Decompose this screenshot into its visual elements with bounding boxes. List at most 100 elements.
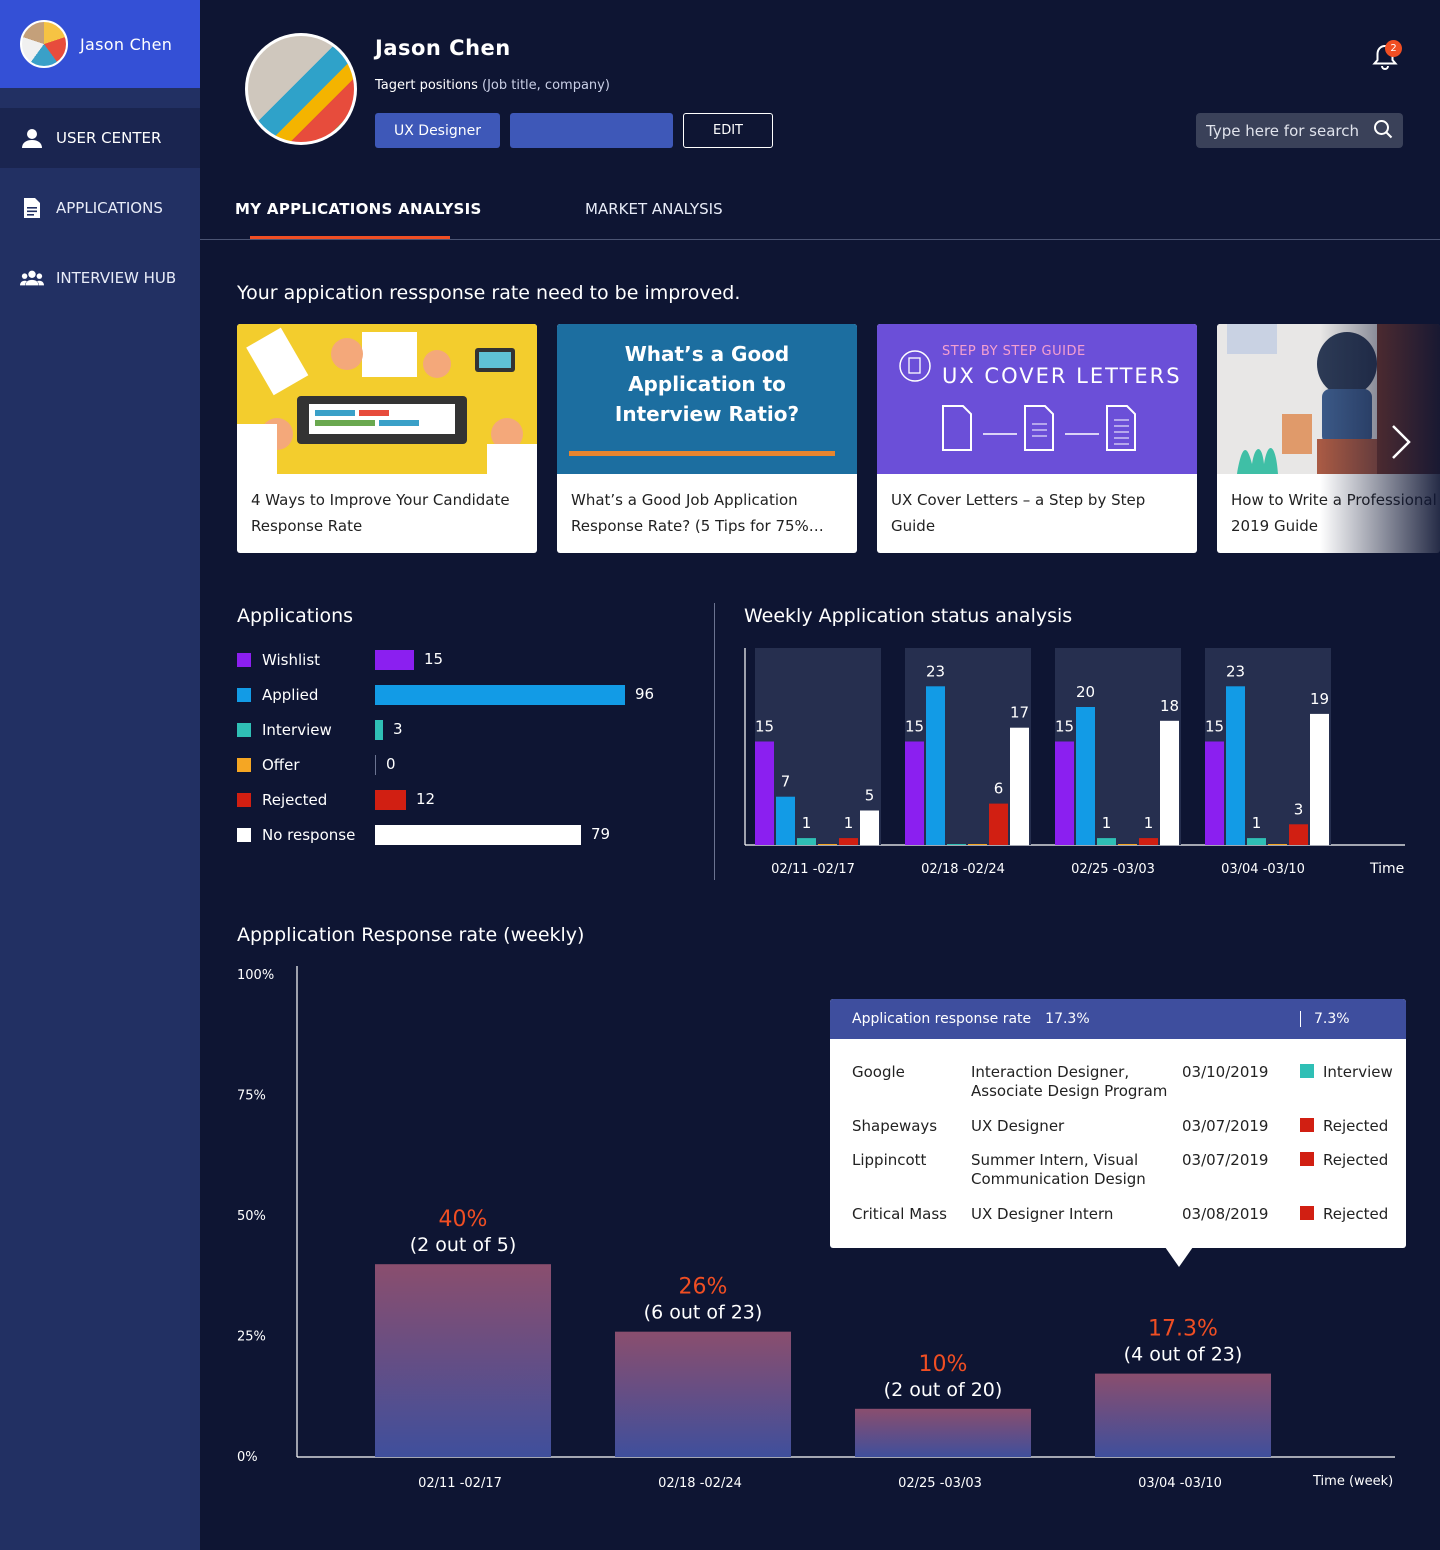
tooltip-role: UX Designer (971, 1117, 1065, 1135)
bar (375, 650, 414, 670)
sidebar-item-user-center[interactable]: USER CENTER (0, 108, 200, 168)
bar-value-label: 1 (802, 814, 812, 832)
bar-value-label: 15 (1205, 718, 1224, 736)
bar-value-label: 96 (635, 685, 655, 703)
legend-swatch (237, 653, 251, 667)
y-tick-label: 50% (237, 1209, 266, 1224)
sidebar-user[interactable]: Jason Chen (0, 0, 200, 88)
bar (839, 838, 858, 845)
target-positions: Tagert positions (Job title, company) (375, 78, 610, 93)
article-title: UX Cover Letters – a Step by Step Guide (891, 491, 1146, 535)
status-swatch (1300, 1118, 1314, 1132)
x-tick-label: 02/25 -03/03 (1071, 862, 1155, 877)
bar-value-label: 5 (865, 787, 875, 805)
bar (989, 803, 1008, 845)
bar (615, 1331, 791, 1457)
status-swatch (1300, 1064, 1314, 1078)
bar-value-label: 15 (1055, 718, 1074, 736)
legend-item: No response (237, 825, 355, 845)
bar (1097, 838, 1116, 845)
bar (776, 796, 795, 845)
x-tick-label: 02/11 -02/17 (771, 862, 855, 877)
bar-value-label: 3 (1294, 800, 1304, 818)
bar-value-label: 15 (905, 718, 924, 736)
bar (926, 686, 945, 845)
tooltip-arrow (1165, 1247, 1193, 1267)
legend-label: Applied (262, 686, 319, 704)
bar-sub-label: (4 out of 23) (1124, 1344, 1243, 1366)
bar (1289, 824, 1308, 845)
legend-swatch (237, 828, 251, 842)
bar (1055, 741, 1074, 845)
legend-item: Wishlist (237, 650, 320, 670)
bar-value-label: 1 (1144, 814, 1154, 832)
tooltip-value: 17.3% (1045, 1011, 1090, 1027)
sidebar-item-applications[interactable]: APPLICATIONS (0, 178, 200, 238)
bar-sub-label: (6 out of 23) (644, 1302, 763, 1324)
sidebar-item-label: APPLICATIONS (56, 199, 163, 217)
edit-button[interactable]: EDIT (683, 113, 773, 148)
search-box (1196, 113, 1403, 148)
bar (1205, 741, 1224, 845)
bar-value-label: 79 (591, 825, 611, 843)
bar-value-label: 18 (1160, 697, 1179, 715)
bar (860, 810, 879, 845)
bar (855, 1408, 1031, 1457)
tooltip-company: Shapeways (852, 1117, 938, 1135)
bar (1118, 844, 1137, 845)
bar-value-label: 3 (393, 720, 403, 738)
bar-value-label: 1 (1102, 814, 1112, 832)
y-tick-label: 0% (237, 1450, 258, 1465)
section-divider (714, 603, 715, 880)
tooltip-status: Rejected (1300, 1117, 1388, 1136)
tooltip-label: Application response rate (852, 1011, 1032, 1027)
article-title: What’s a Good Job Application Response Ra… (571, 491, 824, 535)
sidebar-item-interview-hub[interactable]: INTERVIEW HUB (0, 248, 200, 308)
x-tick-label: 03/04 -03/10 (1138, 1476, 1222, 1491)
article-thumbnail: STEP BY STEP GUIDE UX COVER LETTERS (877, 324, 1197, 474)
tooltip-company: Google (852, 1063, 905, 1081)
x-axis-label: Time (week) (1312, 1474, 1393, 1489)
legend-swatch (237, 723, 251, 737)
chevron-right-icon[interactable] (1385, 422, 1415, 466)
tab-my-applications-analysis[interactable]: MY APPLICATIONS ANALYSIS (235, 200, 482, 218)
bar-value-label: 12 (416, 790, 436, 808)
article-card[interactable]: STEP BY STEP GUIDE UX COVER LETTERS UX C… (877, 324, 1197, 553)
legend-label: Rejected (262, 791, 328, 809)
legend-item: Interview (237, 720, 332, 740)
bar-value-label: 10% (919, 1352, 968, 1377)
weekly-status-chart: 1571 1502/11 -02/17152361702/18 -02/24152… (744, 648, 1405, 877)
sidebar: Jason Chen USER CENTER APPLICATIONS INTE… (0, 0, 200, 1550)
article-card[interactable]: 4 Ways to Improve Your Candidate Response… (237, 324, 537, 553)
search-icon[interactable] (1373, 119, 1393, 143)
x-tick-label: 03/04 -03/10 (1221, 862, 1305, 877)
notification-badge: 2 (1385, 40, 1402, 57)
legend-item: Offer (237, 755, 300, 775)
bar-value-label: 23 (926, 662, 945, 680)
document-icon (20, 197, 44, 219)
bar-sub-label: (2 out of 20) (884, 1379, 1003, 1401)
bar (375, 720, 383, 740)
search-input[interactable] (1206, 121, 1366, 140)
article-title: 4 Ways to Improve Your Candidate Response… (251, 491, 510, 535)
tooltip-header: Application response rate 17.3% 7.3% (830, 999, 1406, 1039)
target-company-pill[interactable] (510, 113, 673, 148)
bar (375, 1264, 551, 1457)
tooltip-role: UX Designer Intern (971, 1205, 1114, 1223)
bar (1095, 1373, 1271, 1457)
legend-swatch (237, 793, 251, 807)
target-position-pill[interactable]: UX Designer (375, 113, 500, 148)
bar (1310, 713, 1329, 845)
sidebar-nav: USER CENTER APPLICATIONS INTERVIEW HUB (0, 108, 200, 308)
profile-avatar (245, 33, 357, 145)
article-card[interactable]: What’s a Good Application to Interview Rat… (557, 324, 857, 553)
sidebar-user-name: Jason Chen (80, 34, 173, 54)
bar (1268, 844, 1287, 845)
tooltip-date: 03/07/2019 (1182, 1117, 1269, 1135)
legend-label: No response (262, 826, 356, 844)
legend-item: Applied (237, 685, 318, 705)
tooltip-role: Summer Intern, Visual Communication Desig… (971, 1151, 1146, 1188)
tooltip-date: 03/07/2019 (1182, 1151, 1269, 1169)
bar (375, 825, 581, 845)
tab-market-analysis[interactable]: MARKET ANALYSIS (585, 200, 723, 218)
